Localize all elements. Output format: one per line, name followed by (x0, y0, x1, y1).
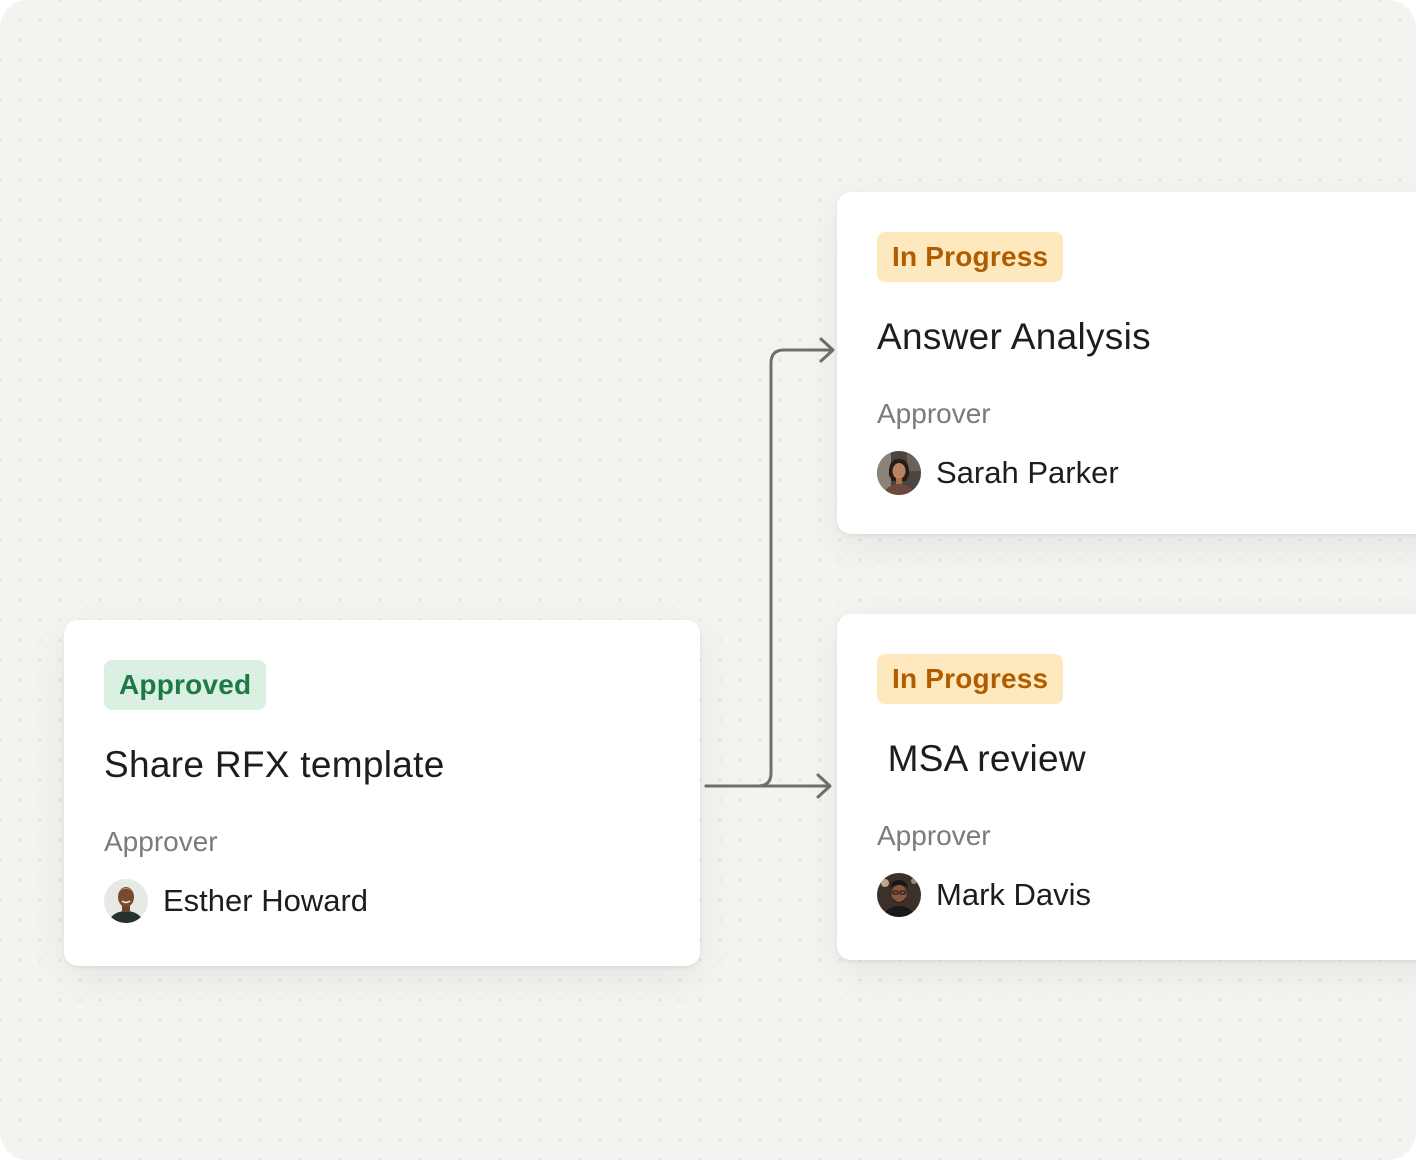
workflow-canvas: Approved Share RFX template Approver Est… (0, 0, 1416, 1160)
approver-label: Approver (877, 820, 991, 851)
workflow-card-answer-analysis[interactable]: In Progress Answer Analysis Approver Sar… (837, 192, 1416, 534)
approver-name: Mark Davis (936, 877, 1092, 912)
approver: Sarah Parker (877, 450, 1119, 496)
approver: Esther Howard (104, 878, 368, 924)
approver-name: Esther Howard (163, 883, 369, 918)
card-title: MSA review (877, 738, 1086, 779)
status-badge-in-progress: In Progress (877, 232, 1064, 282)
approver-label: Approver (877, 398, 991, 429)
person-avatar-icon (877, 873, 921, 917)
person-avatar-icon (104, 879, 148, 923)
workflow-connector (704, 337, 835, 799)
workflow-card-share-rfx-template[interactable]: Approved Share RFX template Approver Est… (64, 620, 700, 966)
approver: Mark Davis (877, 872, 1091, 918)
card-title: Share RFX template (104, 744, 445, 785)
status-badge-in-progress: In Progress (877, 654, 1064, 704)
status-badge-approved: Approved (104, 660, 267, 710)
person-avatar-icon (877, 451, 921, 495)
workflow-card-msa-review[interactable]: In Progress MSA review Approver Mark Dav… (837, 614, 1416, 960)
connector-line-to-answer-analysis (704, 348, 834, 788)
approver-name: Sarah Parker (936, 455, 1119, 490)
card-title: Answer Analysis (877, 316, 1151, 357)
approver-label: Approver (104, 826, 218, 857)
